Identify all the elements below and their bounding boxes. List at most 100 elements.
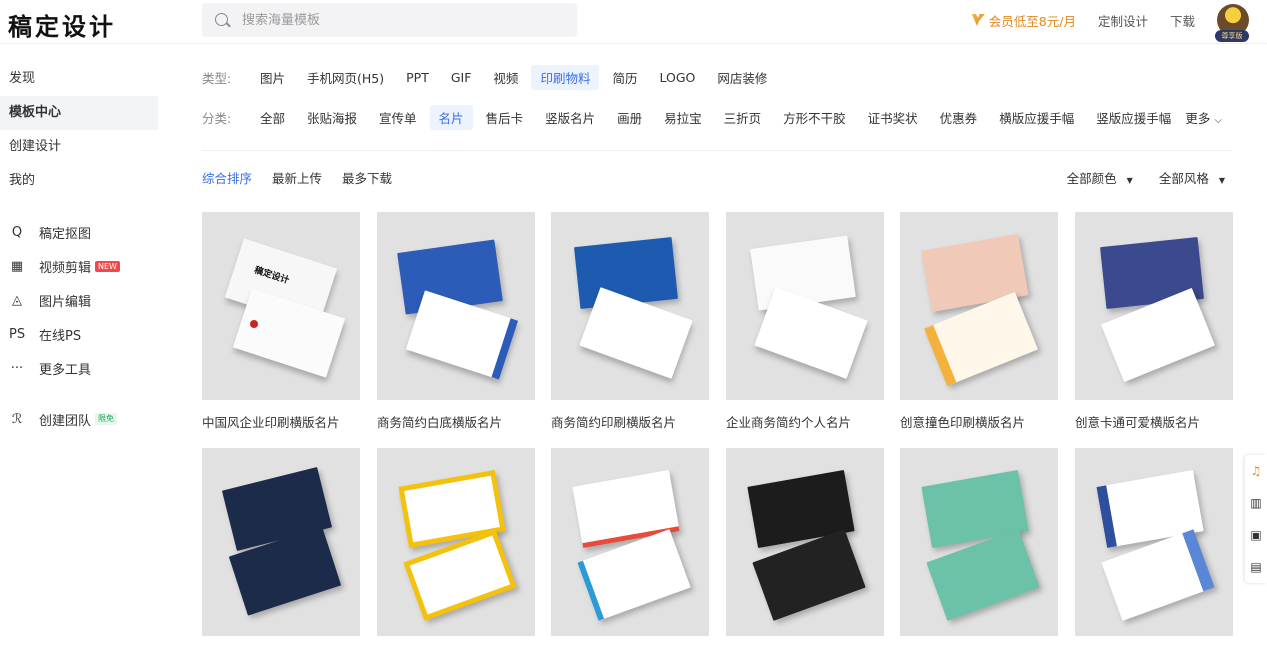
- sidebar-tool-video[interactable]: ▦ 视频剪辑 NEW: [0, 249, 160, 283]
- contact-icon[interactable]: ▣: [1245, 519, 1267, 551]
- template-card[interactable]: 创意撞色印刷横版名片: [900, 212, 1058, 431]
- style-dropdown[interactable]: 全部风格 ▼: [1159, 168, 1225, 187]
- color-dropdown-label: 全部颜色: [1066, 171, 1117, 186]
- sort-tabs: 综合排序 最新上传 最多下载: [202, 168, 392, 187]
- template-title[interactable]: 企业商务简约个人名片: [726, 412, 884, 431]
- caret-down-icon: ▼: [1126, 176, 1133, 185]
- category-option[interactable]: 证书奖状: [859, 105, 927, 130]
- sidebar-item-discover[interactable]: 发现: [0, 62, 160, 96]
- download-link[interactable]: 下载: [1170, 11, 1195, 30]
- template-card[interactable]: 企业商务简约个人名片: [726, 212, 884, 431]
- sidebar-create-team[interactable]: ℛ 创建团队 限免: [0, 402, 160, 436]
- type-option[interactable]: LOGO: [650, 67, 704, 88]
- category-option[interactable]: 易拉宝: [655, 105, 711, 130]
- type-option[interactable]: 图片: [251, 65, 294, 90]
- category-option[interactable]: 横版应援手幅: [990, 105, 1083, 130]
- category-option[interactable]: 竖版应援手幅: [1087, 105, 1180, 130]
- type-option[interactable]: GIF: [442, 67, 481, 88]
- template-card[interactable]: [551, 448, 709, 648]
- template-thumbnail[interactable]: [726, 212, 884, 400]
- template-thumbnail[interactable]: [1075, 448, 1233, 636]
- category-option[interactable]: 张贴海报: [298, 105, 366, 130]
- feedback-icon[interactable]: ▤: [1245, 551, 1267, 583]
- floating-toolbar: ♫ ▥ ▣ ▤: [1245, 455, 1267, 583]
- type-option[interactable]: 视频: [484, 65, 527, 90]
- sort-option-selected[interactable]: 综合排序: [202, 168, 252, 187]
- avatar[interactable]: 尊享版: [1215, 4, 1249, 42]
- avatar-badge: 尊享版: [1215, 30, 1249, 42]
- search-input[interactable]: [242, 11, 562, 29]
- sidebar-tool-more[interactable]: ··· 更多工具: [0, 351, 160, 385]
- sidebar-item-template-center[interactable]: 模板中心: [0, 96, 158, 130]
- search-box[interactable]: [202, 3, 577, 37]
- category-option[interactable]: 售后卡: [477, 105, 533, 130]
- template-card[interactable]: 商务简约印刷横版名片: [551, 212, 709, 431]
- color-dropdown[interactable]: 全部颜色 ▼: [1067, 168, 1133, 187]
- template-title[interactable]: 中国风企业印刷横版名片: [202, 412, 360, 431]
- template-title[interactable]: 创意撞色印刷横版名片: [900, 412, 1058, 431]
- image-edit-icon: ◬: [12, 292, 22, 308]
- vip-label: 会员低至8元/月: [988, 13, 1076, 29]
- more-icon: ···: [10, 360, 24, 376]
- category-option[interactable]: 宣传单: [370, 105, 426, 130]
- type-option-selected[interactable]: 印刷物料: [531, 64, 600, 90]
- category-option[interactable]: 全部: [251, 105, 294, 130]
- type-option[interactable]: 手机网页(H5): [298, 65, 393, 90]
- template-thumbnail[interactable]: [202, 448, 360, 636]
- category-filter-label: 分类:: [202, 110, 232, 126]
- more-label: 更多: [1185, 111, 1211, 126]
- filter-dropdowns: 全部颜色 ▼ 全部风格 ▼: [1067, 168, 1225, 187]
- app-logo[interactable]: 稿定设计: [8, 7, 116, 42]
- type-option[interactable]: 网店装修: [708, 65, 776, 90]
- video-icon: ▦: [10, 258, 24, 274]
- template-thumbnail[interactable]: [551, 448, 709, 636]
- custom-design-link[interactable]: 定制设计: [1098, 11, 1148, 30]
- category-option[interactable]: 三折页: [715, 105, 771, 130]
- sidebar-item-create[interactable]: 创建设计: [0, 130, 160, 164]
- type-filter-label: 类型:: [202, 70, 232, 86]
- template-thumbnail[interactable]: [551, 212, 709, 400]
- template-card[interactable]: 商务简约白底横版名片: [377, 212, 535, 431]
- sidebar: 发现 模板中心 创建设计 我的 Q 稿定抠图 ▦ 视频剪辑 NEW ◬ 图片编辑…: [0, 62, 160, 436]
- template-card[interactable]: [1075, 448, 1233, 648]
- template-thumbnail[interactable]: [726, 448, 884, 636]
- category-option[interactable]: 方形不干胶: [774, 105, 855, 130]
- template-card[interactable]: [900, 448, 1058, 648]
- sidebar-item-mine[interactable]: 我的: [0, 164, 160, 198]
- category-option-selected[interactable]: 名片: [429, 104, 473, 130]
- sidebar-tool-cutout[interactable]: Q 稿定抠图: [0, 215, 160, 249]
- sort-option[interactable]: 最新上传: [272, 168, 322, 187]
- template-title[interactable]: 商务简约印刷横版名片: [551, 412, 709, 431]
- template-thumbnail[interactable]: [900, 212, 1058, 400]
- template-thumbnail[interactable]: [377, 448, 535, 636]
- sort-option[interactable]: 最多下载: [342, 168, 392, 187]
- template-title[interactable]: 创意卡通可爱横版名片: [1075, 412, 1233, 431]
- headset-icon[interactable]: ♫: [1245, 455, 1267, 487]
- vip-link[interactable]: 会员低至8元/月: [971, 11, 1076, 30]
- template-card[interactable]: 稿定设计 中国风企业印刷横版名片: [202, 212, 360, 431]
- template-thumbnail[interactable]: 稿定设计: [202, 212, 360, 400]
- sidebar-tool-ps[interactable]: PS 在线PS: [0, 317, 160, 351]
- sidebar-tool-label: 图片编辑: [39, 294, 92, 310]
- template-title[interactable]: 商务简约白底横版名片: [377, 412, 535, 431]
- sidebar-tool-image-edit[interactable]: ◬ 图片编辑: [0, 283, 160, 317]
- type-option[interactable]: 简历: [603, 65, 646, 90]
- template-card[interactable]: [377, 448, 535, 648]
- template-thumbnail[interactable]: [377, 212, 535, 400]
- top-nav: 会员低至8元/月 定制设计 下载 尊享版: [971, 0, 1249, 42]
- template-card[interactable]: [726, 448, 884, 648]
- sidebar-tool-label: 在线PS: [39, 328, 82, 344]
- category-option[interactable]: 竖版名片: [536, 105, 604, 130]
- sidebar-team-label: 创建团队: [39, 413, 92, 429]
- template-thumbnail[interactable]: [1075, 212, 1233, 400]
- more-categories-button[interactable]: 更多 ⌵: [1185, 108, 1222, 127]
- template-thumbnail[interactable]: [900, 448, 1058, 636]
- category-option[interactable]: 画册: [608, 105, 651, 130]
- template-card[interactable]: [202, 448, 360, 648]
- book-icon[interactable]: ▥: [1245, 487, 1267, 519]
- template-card[interactable]: 创意卡通可爱横版名片: [1075, 212, 1233, 431]
- sidebar-tool-label: 视频剪辑: [39, 260, 92, 276]
- category-filter: 分类: 全部 张贴海报 宣传单 名片 售后卡 竖版名片 画册 易拉宝 三折页 方…: [202, 104, 1184, 130]
- type-option[interactable]: PPT: [397, 67, 438, 88]
- category-option[interactable]: 优惠券: [931, 105, 987, 130]
